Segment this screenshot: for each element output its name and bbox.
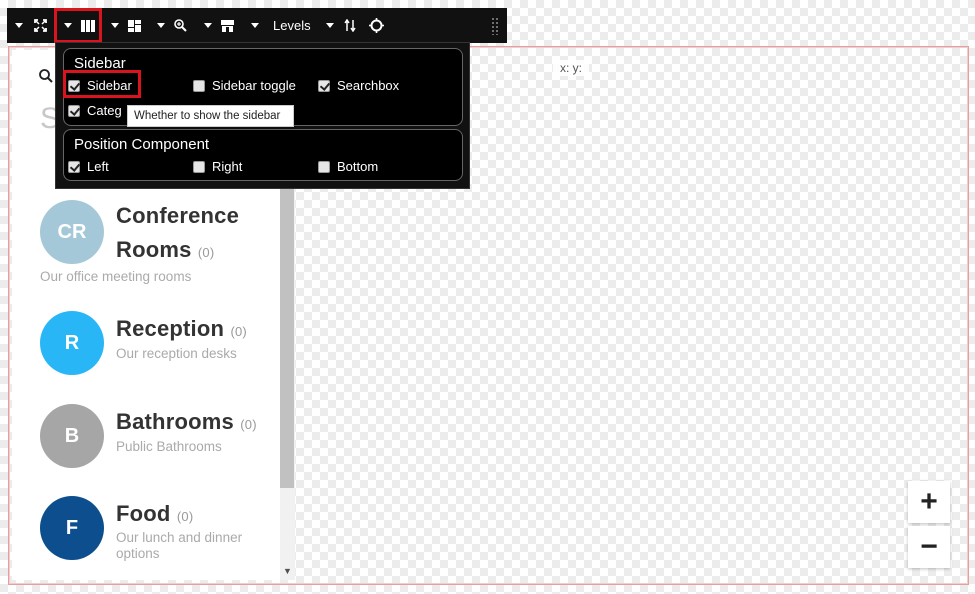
category-title-line1: Bathrooms — [116, 409, 234, 434]
toolbar-swap-button[interactable] — [344, 8, 356, 43]
toolbar-building-button[interactable] — [221, 8, 234, 43]
toolbar-layout-button[interactable] — [128, 8, 141, 43]
category-count: (0) — [240, 417, 257, 432]
toolbar: Levels — [7, 8, 507, 43]
option-bottom[interactable]: Bottom — [318, 159, 378, 174]
option-categories[interactable]: Categ — [68, 103, 122, 118]
toolbar-fullscreen-caret[interactable] — [15, 8, 23, 43]
crosshair-icon — [369, 18, 384, 33]
scroll-down-arrow-icon[interactable]: ▼ — [280, 564, 295, 578]
category-count: (0) — [176, 509, 194, 524]
toolbar-zoom-caret[interactable] — [157, 8, 165, 43]
category-title-line1: Reception — [116, 316, 225, 341]
layout-icon — [128, 19, 141, 32]
checkbox[interactable] — [318, 79, 330, 92]
search-icon — [39, 69, 53, 83]
chevron-down-icon — [326, 23, 334, 28]
checkbox[interactable] — [193, 160, 205, 173]
chevron-down-icon — [111, 23, 119, 28]
option-label: Left — [87, 159, 109, 174]
toolbar-crosshair-button[interactable] — [369, 8, 384, 43]
panel-title: Position Component — [74, 136, 210, 153]
category-description: Our reception desks — [116, 346, 237, 361]
category-title: Conference — [116, 203, 239, 229]
position-options-panel: Position Component — [63, 129, 463, 181]
category-conference-rooms[interactable]: CR Conference Rooms (0) Our office meeti… — [12, 198, 278, 290]
category-title-line1: Food — [116, 501, 171, 526]
category-description: Our office meeting rooms — [40, 269, 192, 284]
highlight-box — [63, 70, 141, 98]
zoom-out-button[interactable]: − — [908, 526, 950, 568]
swap-icon — [344, 19, 356, 32]
chevron-down-icon — [157, 23, 165, 28]
zoom-icon — [174, 19, 187, 32]
category-description-line2: options — [116, 546, 160, 561]
category-description-line1: Our lunch and dinner — [116, 530, 243, 545]
toolbar-building-caret[interactable] — [204, 8, 212, 43]
chevron-down-icon — [15, 23, 23, 28]
checkbox[interactable] — [193, 79, 205, 92]
category-avatar: F — [40, 496, 104, 560]
category-count: (0) — [197, 245, 215, 260]
category-title: Food (0) — [116, 501, 193, 527]
checkbox[interactable] — [318, 160, 330, 173]
option-label: Right — [212, 159, 243, 174]
toolbar-zoom-button[interactable] — [174, 8, 187, 43]
tooltip: Whether to show the sidebar — [127, 105, 294, 127]
zoom-in-button[interactable]: + — [908, 481, 950, 523]
drag-handle-icon[interactable] — [491, 17, 499, 35]
toolbar-layout-caret[interactable] — [111, 8, 119, 43]
category-avatar: CR — [40, 200, 104, 264]
category-bathrooms[interactable]: B Bathrooms (0) Public Bathrooms — [12, 403, 278, 475]
option-label: Categ — [87, 103, 122, 118]
option-label: Searchbox — [337, 78, 400, 93]
category-avatar: B — [40, 404, 104, 468]
category-avatar: R — [40, 311, 104, 375]
category-description: Public Bathrooms — [116, 439, 222, 454]
category-title: Rooms (0) — [116, 237, 214, 263]
toolbar-swap-caret[interactable] — [326, 8, 334, 43]
checkbox[interactable] — [68, 104, 80, 117]
chevron-down-icon — [251, 23, 259, 28]
toolbar-fullscreen-button[interactable] — [34, 8, 47, 43]
category-title: Reception (0) — [116, 316, 247, 342]
checkbox[interactable] — [68, 160, 80, 173]
coordinates-readout: x: y: — [553, 60, 589, 76]
category-title-line2: Rooms — [116, 237, 192, 262]
category-food[interactable]: F Food (0) Our lunch and dinner options — [12, 495, 278, 575]
toolbar-levels-caret[interactable] — [251, 8, 259, 43]
building-icon — [221, 19, 234, 32]
option-label: Bottom — [337, 159, 379, 174]
option-left[interactable]: Left — [68, 159, 109, 174]
option-label: Sidebar toggle — [212, 78, 296, 93]
highlight-box — [54, 8, 102, 43]
category-title: Bathrooms (0) — [116, 409, 257, 435]
category-title-line1: Conference — [116, 203, 240, 228]
category-description: Our lunch and dinner options — [116, 530, 242, 562]
sidebar-scroll-thumb[interactable] — [280, 180, 294, 488]
toolbar-levels-button[interactable]: Levels — [273, 8, 311, 43]
category-count: (0) — [230, 324, 247, 339]
option-searchbox[interactable]: Searchbox — [318, 78, 399, 93]
option-right[interactable]: Right — [193, 159, 242, 174]
chevron-down-icon — [204, 23, 212, 28]
option-sidebar-toggle[interactable]: Sidebar toggle — [193, 78, 296, 93]
category-reception[interactable]: R Reception (0) Our reception desks — [12, 310, 278, 382]
fullscreen-icon — [34, 19, 47, 32]
